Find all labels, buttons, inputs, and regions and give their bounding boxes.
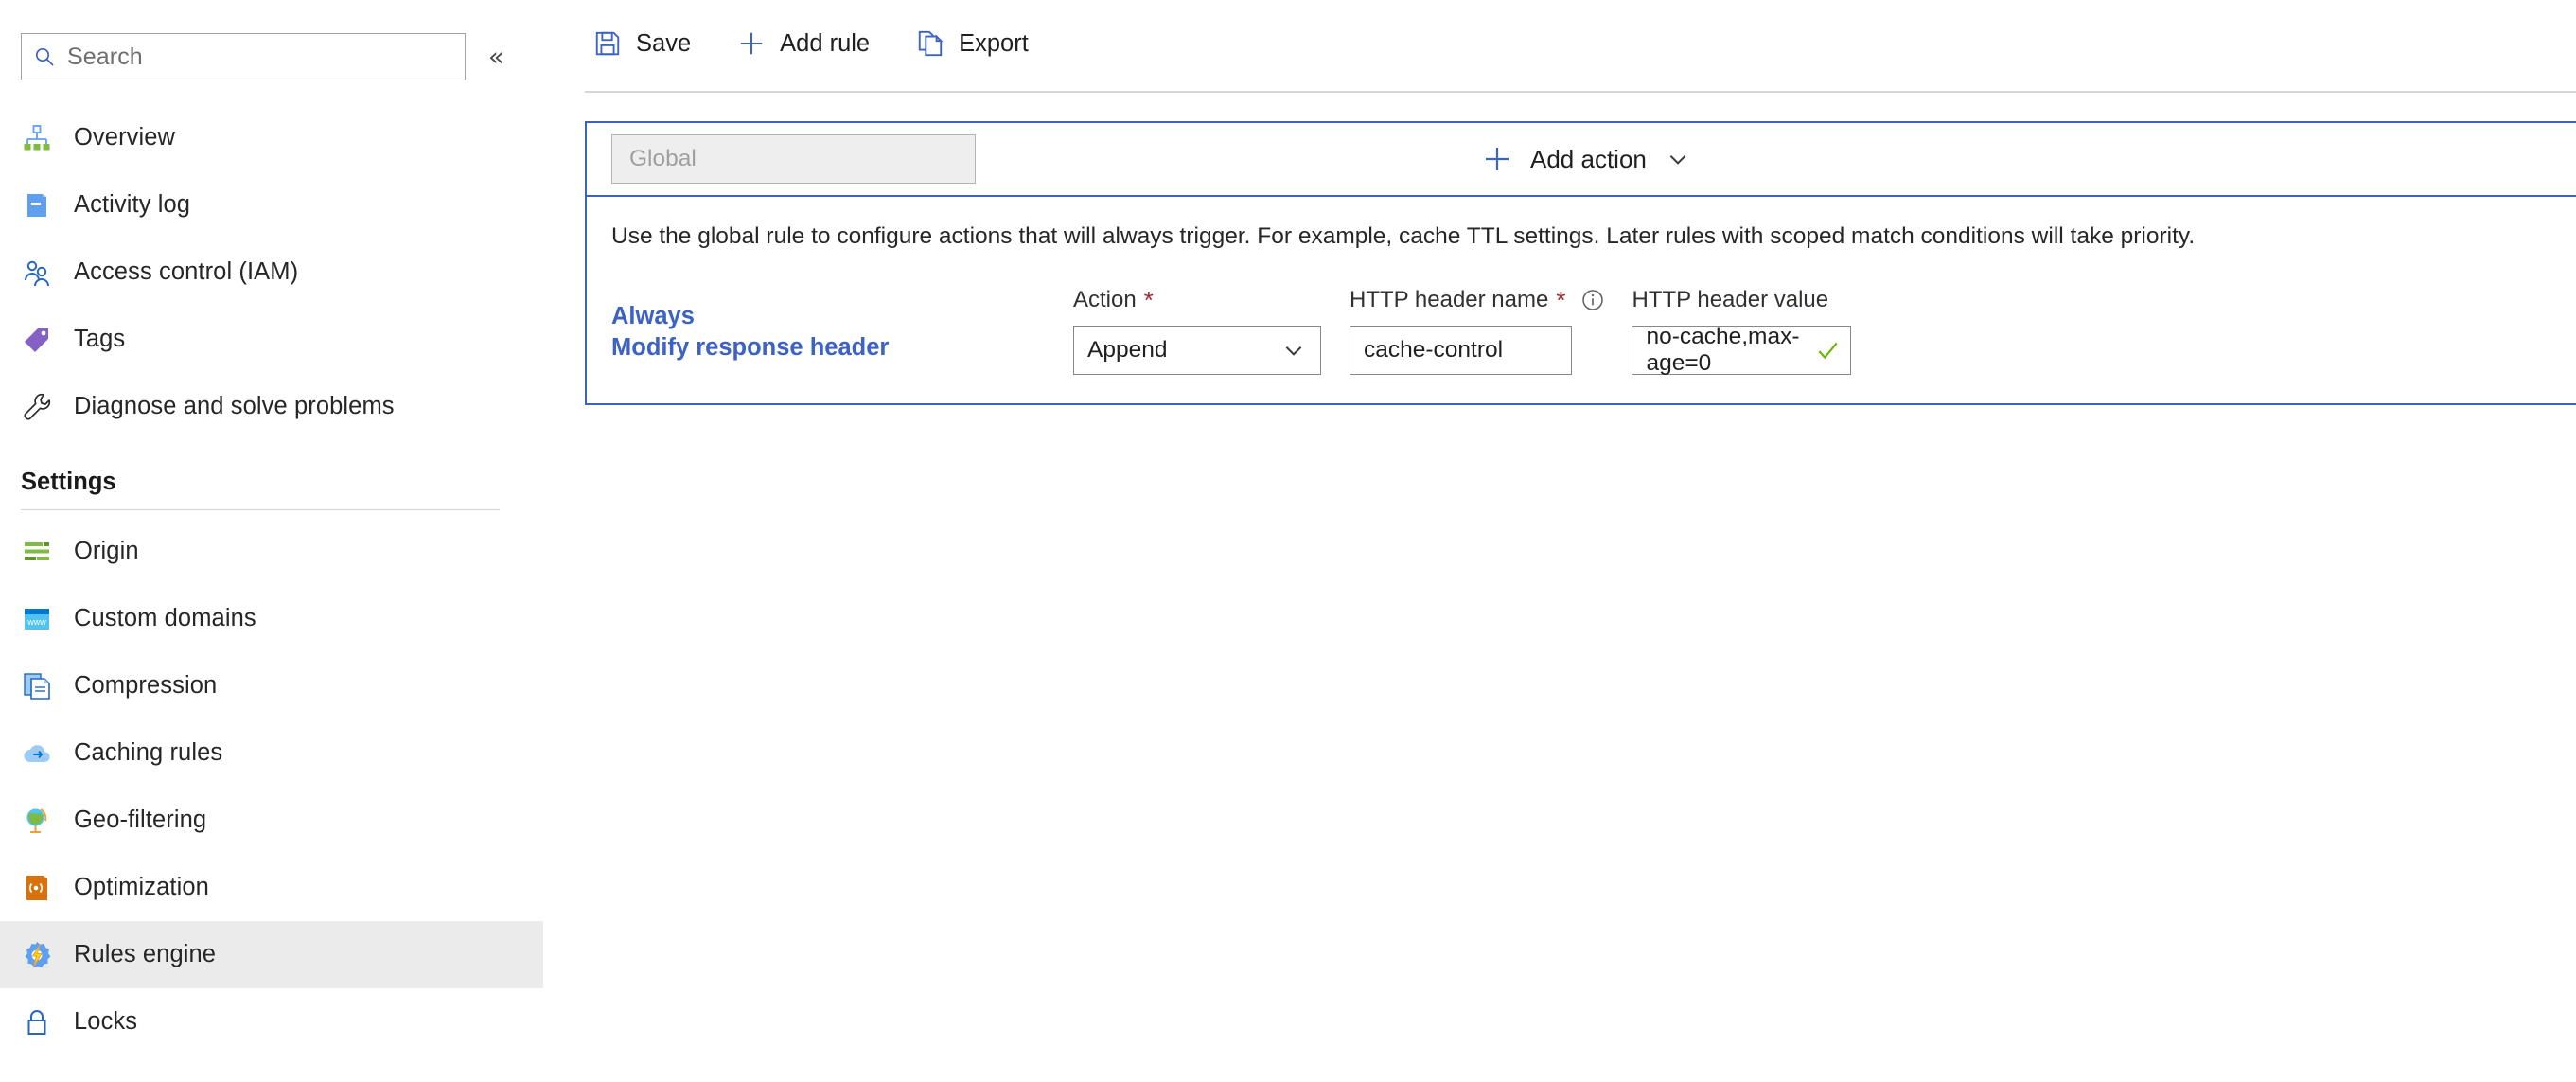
header-name-field-group: HTTP header name * cache-control xyxy=(1350,284,1605,375)
search-input[interactable]: Search xyxy=(21,33,466,80)
header-value-text: no-cache,max-age=0 xyxy=(1646,323,1800,376)
locks-icon xyxy=(21,1006,53,1038)
rule-card-body: Use the global rule to configure actions… xyxy=(587,197,2576,403)
sidebar-item-custom-domains[interactable]: www Custom domains xyxy=(0,585,543,652)
resource-sidebar: Search « Overview Activity log Access co… xyxy=(0,0,543,1082)
valid-check-icon xyxy=(1814,337,1841,364)
chevron-down-icon xyxy=(1280,337,1307,364)
action-select[interactable]: Append xyxy=(1073,325,1321,375)
sidebar-item-label: Access control (IAM) xyxy=(74,258,299,285)
save-button[interactable]: Save xyxy=(585,17,708,70)
collapse-sidebar-icon[interactable]: « xyxy=(488,44,504,70)
search-icon xyxy=(33,45,56,68)
search-placeholder-text: Search xyxy=(67,43,143,70)
geo-filtering-icon xyxy=(21,805,53,837)
azure-portal-rules-engine-page: Search « Overview Activity log Access co… xyxy=(0,0,2576,1082)
sidebar-item-optimization[interactable]: Optimization xyxy=(0,854,543,921)
required-asterisk: * xyxy=(1556,285,1566,314)
header-value-field-group: HTTP header value no-cache,max-age=0 xyxy=(1632,284,1852,376)
svg-text:www: www xyxy=(26,617,46,627)
header-name-input[interactable]: cache-control xyxy=(1350,325,1572,375)
sidebar-item-label: Diagnose and solve problems xyxy=(74,393,395,419)
action-select-value: Append xyxy=(1087,336,1168,363)
sidebar-section-title: Settings xyxy=(21,469,116,495)
sidebar-item-overview[interactable]: Overview xyxy=(0,104,543,171)
sidebar-item-locks[interactable]: Locks xyxy=(0,988,543,1055)
rules-engine-icon xyxy=(21,939,53,971)
plus-icon xyxy=(1481,143,1513,175)
rule-card-header: Global Add action xyxy=(587,123,2576,197)
sidebar-settings-nav: Origin www Custom domains Compression Ca… xyxy=(0,518,543,1055)
export-icon xyxy=(915,28,945,59)
sidebar-item-geo-filtering[interactable]: Geo-filtering xyxy=(0,787,543,854)
sidebar-primary-nav: Overview Activity log Access control (IA… xyxy=(0,104,543,440)
action-field-group: Action * Append xyxy=(1073,284,1321,375)
tags-icon xyxy=(21,324,53,356)
sidebar-item-label: Compression xyxy=(74,672,218,699)
chevron-down-icon xyxy=(1664,145,1692,173)
required-asterisk: * xyxy=(1143,285,1154,314)
save-button-label: Save xyxy=(636,29,692,57)
access-control-icon xyxy=(21,257,53,289)
header-value-input[interactable]: no-cache,max-age=0 xyxy=(1632,323,1852,376)
main-content-pane: Save Add rule Export Global Add action U… xyxy=(543,0,2576,1082)
sidebar-item-label: Geo-filtering xyxy=(74,807,207,833)
sidebar-item-label: Custom domains xyxy=(74,605,256,631)
plus-icon xyxy=(736,28,767,59)
sidebar-item-rules-engine[interactable]: Rules engine xyxy=(0,921,543,988)
add-action-button[interactable]: Add action xyxy=(1472,133,1702,186)
info-icon[interactable] xyxy=(1580,288,1605,312)
sidebar-item-access-control[interactable]: Access control (IAM) xyxy=(0,239,543,306)
wrench-icon xyxy=(21,391,53,423)
export-button-label: Export xyxy=(959,29,1029,57)
sidebar-item-origin[interactable]: Origin xyxy=(0,518,543,585)
caching-rules-icon xyxy=(21,737,53,770)
sidebar-item-activity-log[interactable]: Activity log xyxy=(0,171,543,239)
sidebar-item-label: Origin xyxy=(74,538,139,564)
rule-action-row: Always Modify response header Action * A… xyxy=(611,284,2576,376)
sidebar-item-label: Overview xyxy=(74,124,176,151)
header-value-label-text: HTTP header value xyxy=(1632,286,1829,312)
command-toolbar: Save Add rule Export xyxy=(543,0,2576,87)
rule-condition-summary: Always Modify response header xyxy=(611,284,1047,364)
sidebar-item-diagnose-and-solve-problems[interactable]: Diagnose and solve problems xyxy=(0,373,543,440)
sidebar-item-label: Optimization xyxy=(74,874,209,900)
optimization-icon xyxy=(21,872,53,904)
sidebar-item-label: Locks xyxy=(74,1008,138,1035)
overview-icon xyxy=(21,122,53,154)
sidebar-section-divider xyxy=(21,509,500,510)
activity-log-icon xyxy=(21,189,53,222)
add-action-label: Add action xyxy=(1530,144,1647,173)
sidebar-item-label: Tags xyxy=(74,326,126,352)
rule-description-text: Use the global rule to configure actions… xyxy=(611,223,2196,249)
compression-icon xyxy=(21,670,53,702)
global-rule-card: Global Add action Use the global rule to… xyxy=(585,121,2576,405)
custom-domains-icon: www xyxy=(21,603,53,635)
sidebar-item-compression[interactable]: Compression xyxy=(0,652,543,719)
action-field-label: Action * xyxy=(1073,284,1321,316)
sidebar-item-label: Activity log xyxy=(74,191,191,218)
rule-action-type-link[interactable]: Modify response header xyxy=(611,332,1047,364)
toolbar-divider xyxy=(585,91,2576,93)
sidebar-section-settings: Settings xyxy=(0,440,543,496)
rule-name-input[interactable]: Global xyxy=(611,134,976,184)
header-name-field-label: HTTP header name * xyxy=(1350,284,1605,316)
header-name-label-text: HTTP header name xyxy=(1350,286,1549,312)
save-icon xyxy=(592,28,623,59)
sidebar-item-tags[interactable]: Tags xyxy=(0,306,543,373)
action-label-text: Action xyxy=(1073,286,1137,312)
export-button[interactable]: Export xyxy=(908,17,1046,70)
origin-icon xyxy=(21,536,53,568)
add-rule-button-label: Add rule xyxy=(780,29,871,57)
sidebar-item-caching-rules[interactable]: Caching rules xyxy=(0,719,543,787)
rule-match-condition-link[interactable]: Always xyxy=(611,301,1047,332)
sidebar-item-label: Caching rules xyxy=(74,739,223,766)
header-value-field-label: HTTP header value xyxy=(1632,284,1851,316)
sidebar-item-label: Rules engine xyxy=(74,941,217,967)
add-rule-button[interactable]: Add rule xyxy=(729,17,887,70)
sidebar-search-row: Search « xyxy=(0,0,543,87)
